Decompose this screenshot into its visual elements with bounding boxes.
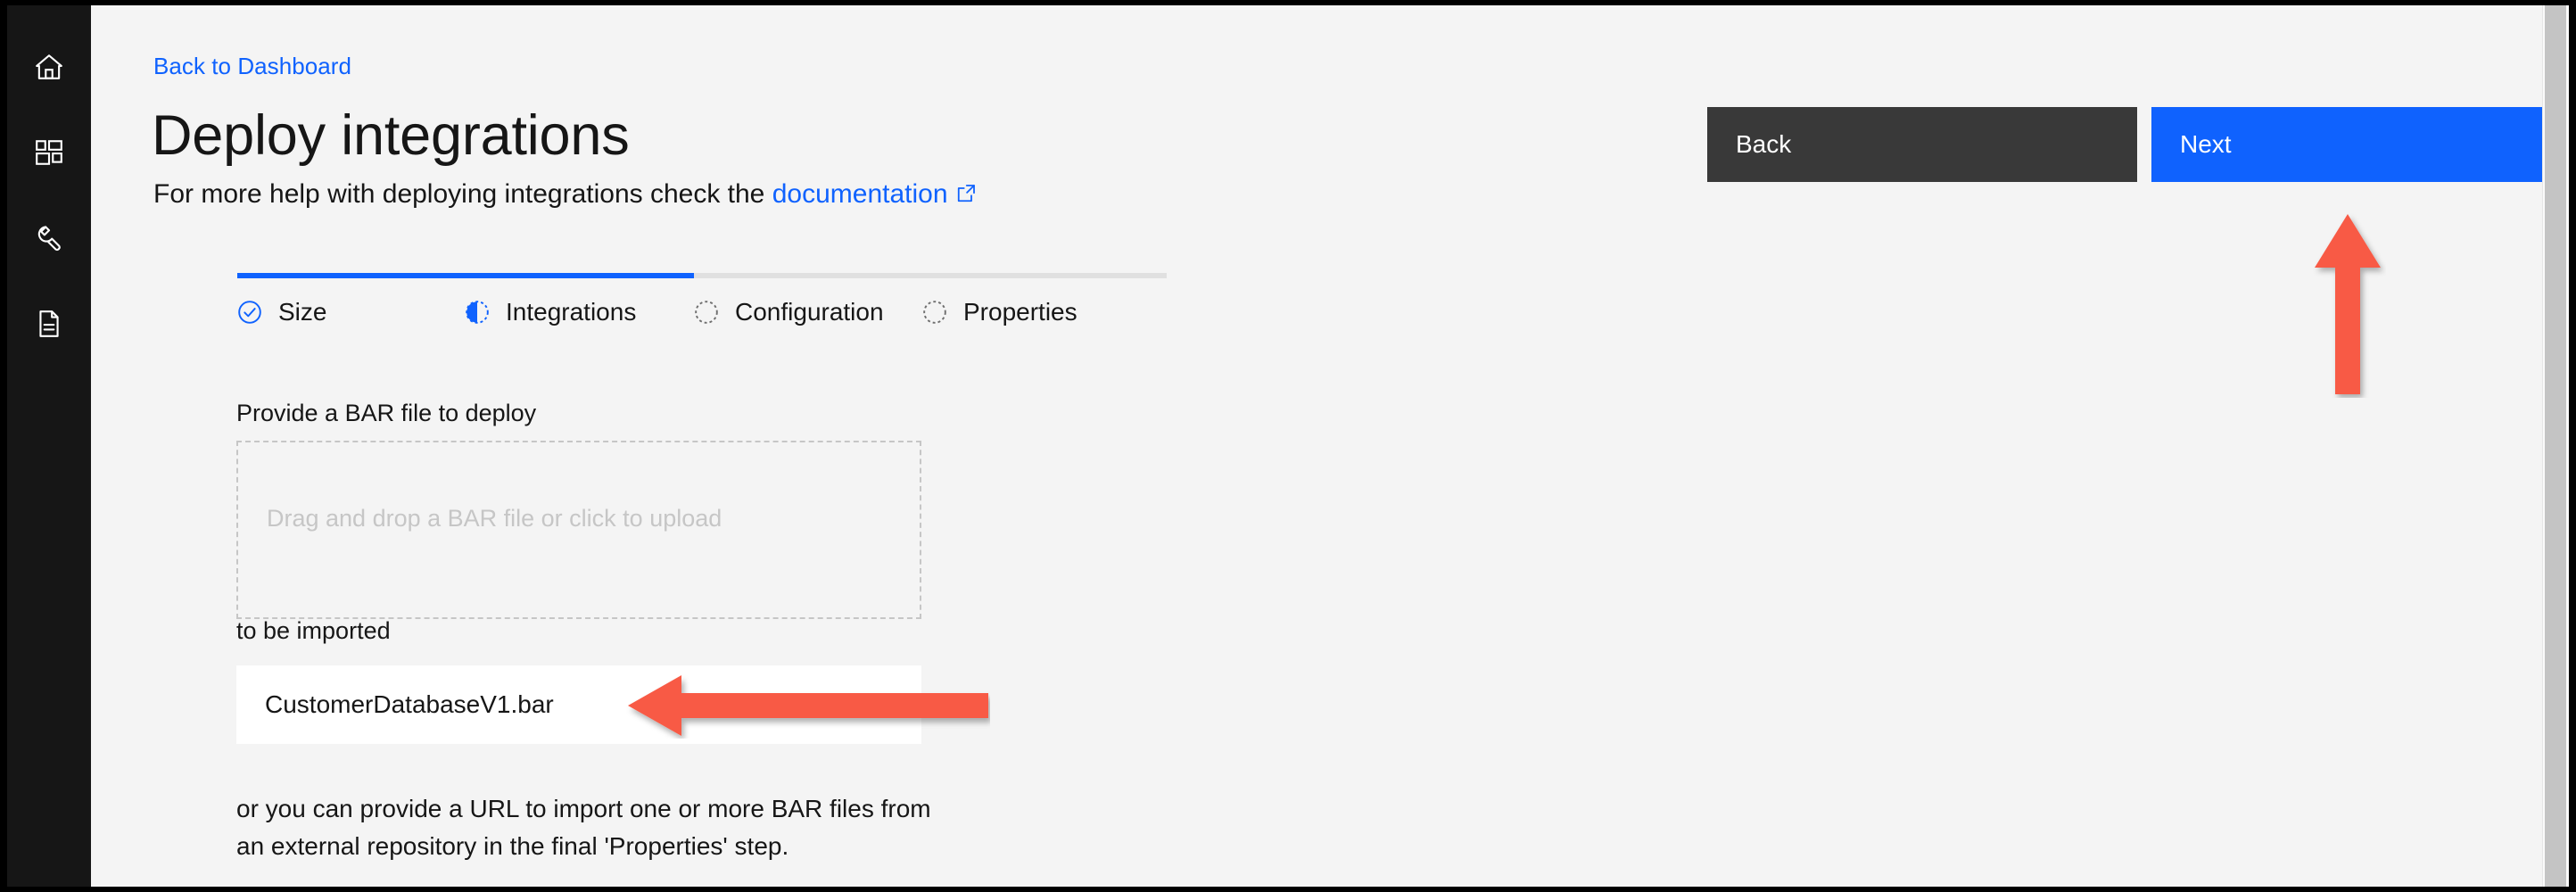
wizard-step-label: Configuration xyxy=(735,298,884,326)
dropzone-placeholder: Drag and drop a BAR file or click to upl… xyxy=(267,505,722,532)
dashed-circle-icon xyxy=(922,300,947,325)
dashboard-grid-icon xyxy=(34,137,64,168)
wizard-steps: Size Integrations Configuration Properti… xyxy=(237,293,1218,337)
wizard-step-size[interactable]: Size xyxy=(237,293,326,332)
to-be-imported-label: to be imported xyxy=(236,617,391,644)
page-title: Deploy integrations xyxy=(152,104,630,167)
dashed-circle-icon xyxy=(694,300,719,325)
annotation-arrow-up xyxy=(2309,212,2386,398)
app-viewport: Back to Dashboard Deploy integrations Fo… xyxy=(7,5,2569,887)
documentation-link[interactable]: documentation xyxy=(772,179,948,209)
sidebar-item-documents[interactable] xyxy=(7,282,91,366)
vertical-scrollbar-thumb[interactable] xyxy=(2545,5,2566,887)
wrench-icon xyxy=(34,223,64,253)
sidebar-item-tools[interactable] xyxy=(7,196,91,280)
back-button[interactable]: Back xyxy=(1707,107,2137,182)
half-filled-circle-icon xyxy=(465,300,490,325)
file-chip[interactable]: CustomerDatabaseV1.bar xyxy=(236,665,921,744)
file-chip-name: CustomerDatabaseV1.bar xyxy=(265,690,554,718)
check-circle-icon xyxy=(237,300,262,325)
document-icon xyxy=(34,309,64,339)
wizard-step-integrations[interactable]: Integrations xyxy=(465,293,636,332)
screen-frame: Back to Dashboard Deploy integrations Fo… xyxy=(0,0,2576,892)
subtitle-text: For more help with deploying integration… xyxy=(153,179,772,209)
wizard-step-label: Properties xyxy=(963,298,1077,326)
wizard-step-configuration[interactable]: Configuration xyxy=(694,293,884,332)
wizard-step-properties[interactable]: Properties xyxy=(922,293,1077,332)
wizard-step-label: Size xyxy=(278,298,327,326)
close-icon[interactable] xyxy=(866,690,896,720)
home-icon xyxy=(34,52,64,82)
back-to-dashboard-link[interactable]: Back to Dashboard xyxy=(153,52,351,80)
bar-file-dropzone[interactable]: Drag and drop a BAR file or click to upl… xyxy=(236,441,921,619)
left-nav-rail xyxy=(7,5,91,887)
sidebar-item-home[interactable] xyxy=(7,25,91,109)
page-subtitle: For more help with deploying integration… xyxy=(153,177,977,214)
sidebar-item-dashboard[interactable] xyxy=(7,111,91,194)
url-import-helper-text: or you can provide a URL to import one o… xyxy=(236,795,931,860)
external-link-icon[interactable] xyxy=(955,178,977,214)
bar-file-field-label: Provide a BAR file to deploy xyxy=(236,400,537,426)
wizard-progress-fill xyxy=(237,273,694,278)
next-button[interactable]: Next xyxy=(2151,107,2569,182)
main-content: Back to Dashboard Deploy integrations Fo… xyxy=(91,5,2569,887)
wizard-step-label: Integrations xyxy=(506,298,637,326)
